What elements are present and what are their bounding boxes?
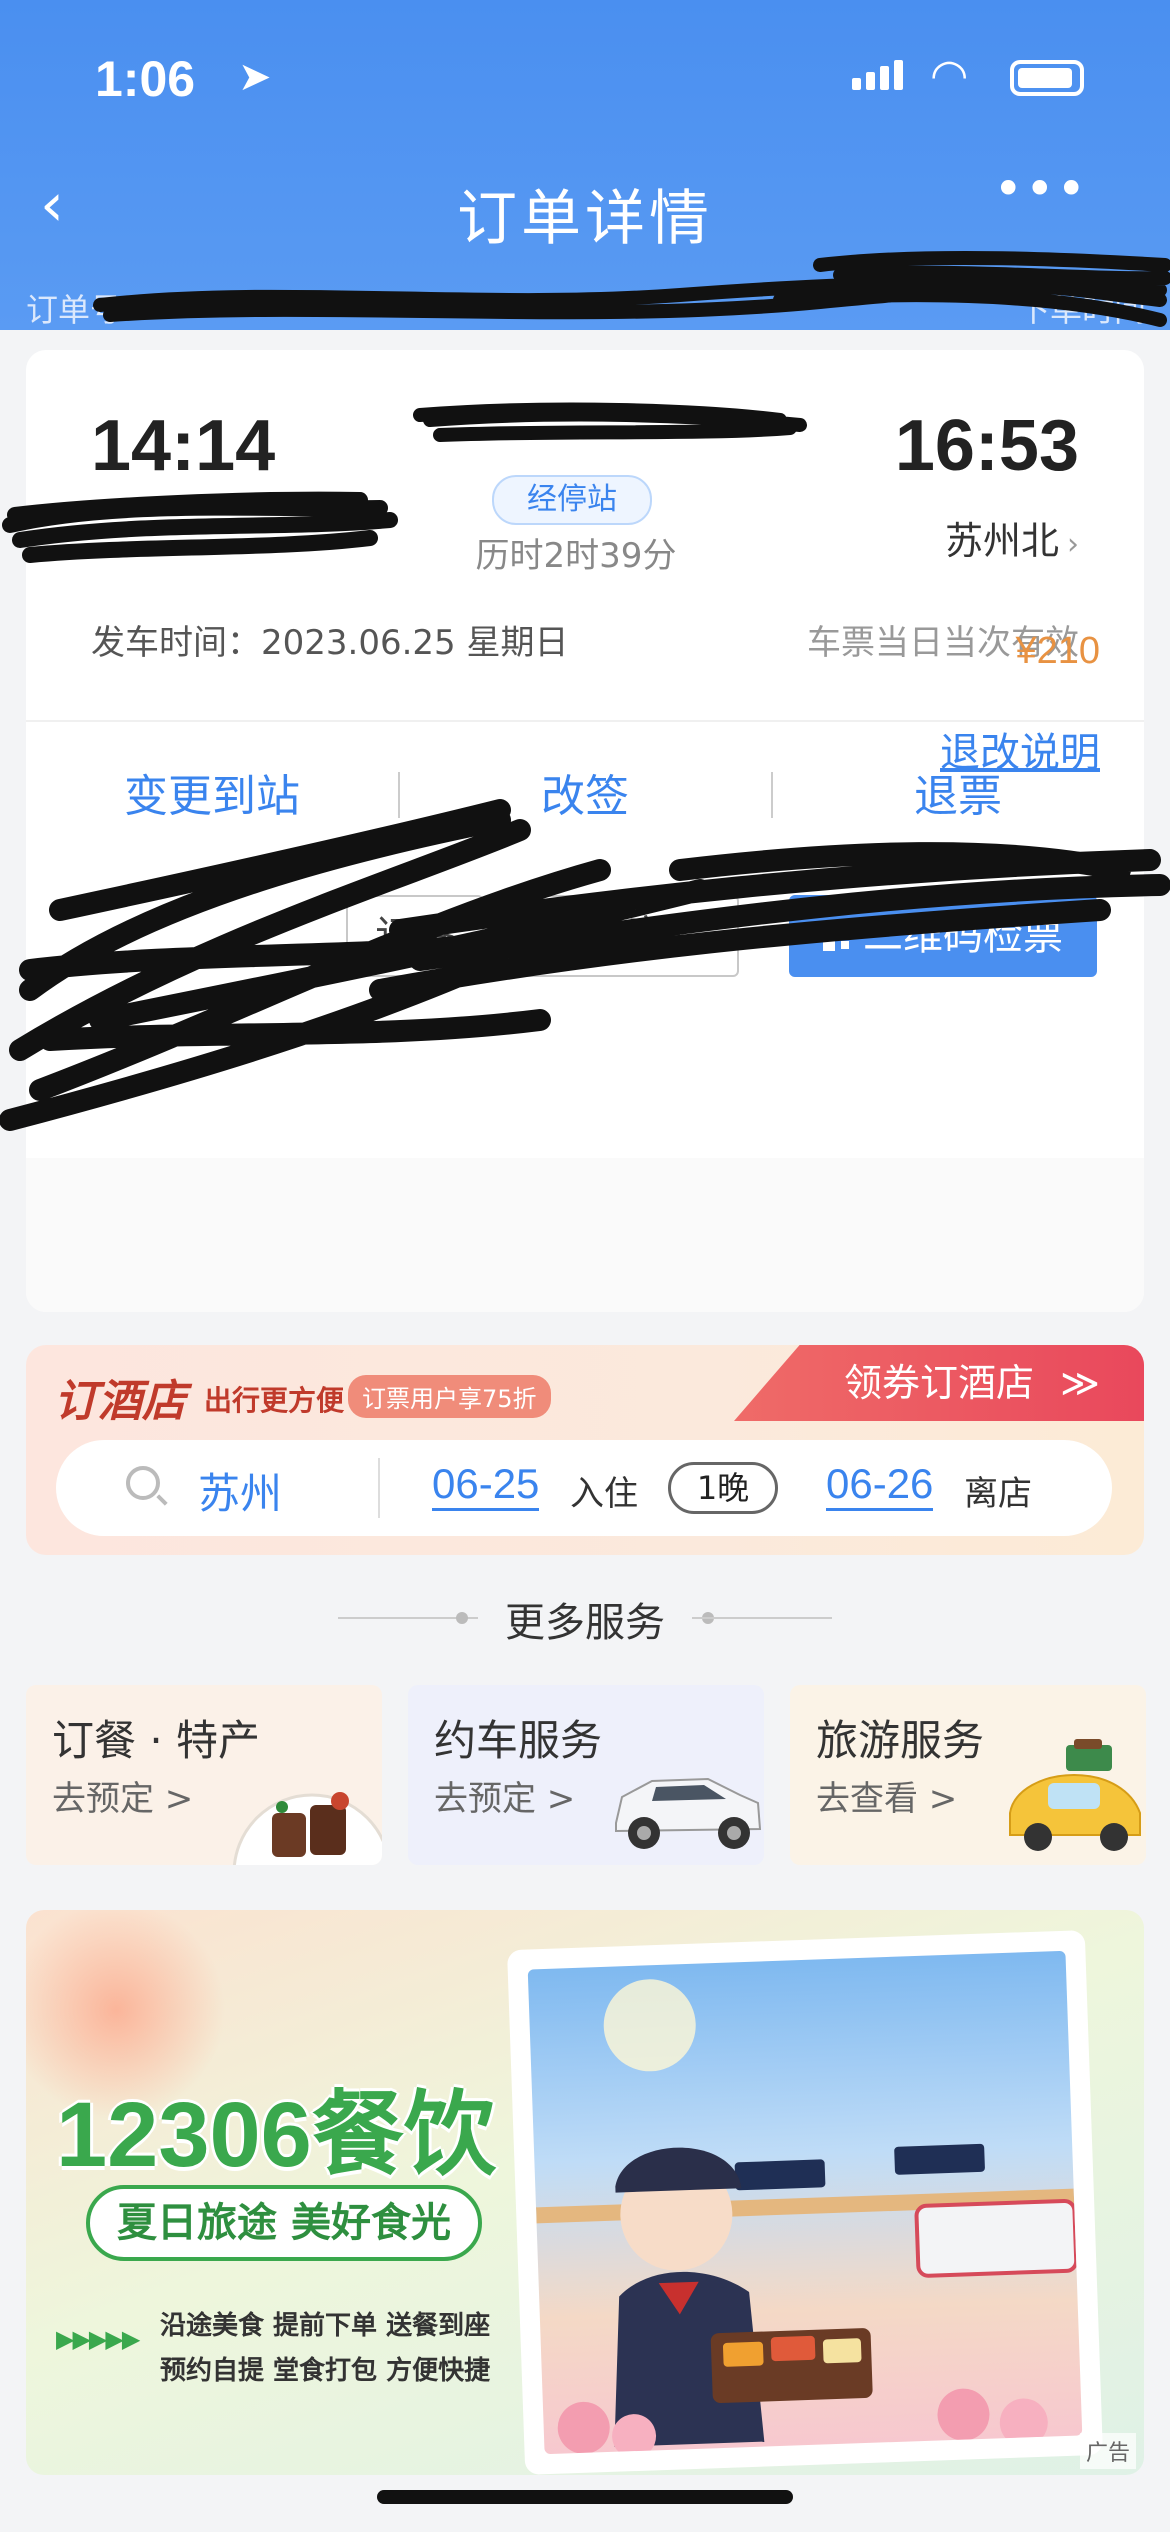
refund-rules-link[interactable]: 退改说明 [940, 720, 1100, 778]
qr-code-icon [823, 923, 851, 951]
ad-line-1: 沿途美食 提前下单 送餐到座 [160, 2311, 491, 2341]
buy-insurance-button[interactable]: 购乘意险 [513, 895, 739, 977]
order-info-line: 订单号 下单时间 [26, 285, 1146, 335]
departure-date: 发车时间：2023.06.25 星期日 [91, 623, 569, 663]
nights-badge: 1晚 [668, 1462, 778, 1514]
checkout-date[interactable]: 06-26 [826, 1460, 934, 1511]
service-card-car[interactable]: 约车服务 去预定 > [408, 1685, 764, 1865]
arrow-decoration-icon: ▶▶▶▶▶ [56, 2325, 140, 2353]
navigation-bar: ‹ 订单详情 ••• [0, 160, 1170, 254]
hotel-coupon-button[interactable]: 领券订酒店 ≫ [734, 1345, 1144, 1421]
ad-label: 广告 [1079, 2433, 1136, 2469]
qr-checkin-label: 二维码检票 [863, 913, 1063, 959]
hotel-brand: 订酒店 [54, 1376, 186, 1427]
hotel-slogan: 出行更方便 [204, 1384, 345, 1417]
bottom-button-area [26, 1158, 1144, 1312]
trip-duration: 历时2时39分 [475, 536, 677, 576]
service-title: 约车服务 [434, 1716, 603, 1765]
ad-line-2: 预约自提 堂食打包 方便快捷 [160, 2356, 491, 2386]
hotel-search-bar[interactable]: 苏州 06-25 入住 1晚 06-26 离店 [56, 1440, 1112, 1536]
service-subtitle: 去预定 > [434, 1779, 576, 1819]
location-arrow-icon: ➤ [238, 54, 272, 100]
ad-photo-frame [507, 1930, 1103, 2475]
service-title: 旅游服务 [816, 1716, 985, 1765]
qr-checkin-button[interactable]: 二维码检票 [789, 895, 1097, 977]
service-subtitle: 去查看 > [816, 1779, 958, 1819]
chevron-right-icon: › [1067, 527, 1079, 562]
ticket-price: ¥210 [1015, 630, 1100, 672]
divider [692, 1617, 832, 1619]
hotel-discount-badge: 订票用户享75折 [348, 1375, 551, 1418]
divider [378, 1458, 380, 1518]
travel-car-icon [1009, 1739, 1141, 1851]
meal-ad-banner[interactable]: 12306餐饮 夏日旅途 美好食光 ▶▶▶▶▶ 沿途美食 提前下单 送餐到座 预… [26, 1910, 1144, 2475]
hotel-city[interactable]: 苏州 [198, 1460, 282, 1521]
service-title: 订餐 · 特产 [52, 1716, 261, 1765]
hotel-coupon-label: 领券订酒店 [844, 1361, 1035, 1405]
double-chevron-icon: ≫ [1060, 1361, 1100, 1405]
service-card-travel[interactable]: 旅游服务 去查看 > [790, 1685, 1146, 1865]
departure-time: 14:14 [91, 406, 276, 486]
status-bar: 1:06 ➤ ◠ [0, 40, 1170, 120]
change-destination-button[interactable]: 变更到站 [26, 760, 398, 824]
attendant-illustration [536, 1979, 1079, 2455]
search-icon [126, 1466, 160, 1500]
status-time: 1:06 [95, 51, 196, 107]
ad-illustration [527, 1950, 1083, 2455]
order-meal-button[interactable]: 订餐 [346, 895, 484, 977]
ticket-card: 14:14 16:53 经停站 历时2时39分 苏州北 › 发车时间：2023.0… [26, 350, 1144, 1312]
more-services-title: 更多服务 [505, 1600, 665, 1646]
checkin-label: 入住 [570, 1474, 638, 1514]
hotel-banner[interactable]: 订酒店 出行更方便 订票用户享75折 领券订酒店 ≫ 苏州 06-25 入住 1… [26, 1345, 1144, 1555]
checkout-label: 离店 [964, 1474, 1032, 1514]
checkin-date[interactable]: 06-25 [432, 1460, 540, 1511]
ad-headline: 12306餐饮 [56, 2084, 496, 2186]
more-options-icon[interactable]: ••• [994, 160, 1088, 218]
wifi-icon: ◠ [930, 50, 969, 101]
stops-badge[interactable]: 经停站 [492, 475, 652, 525]
order-time-label: 下单时间 [1017, 291, 1146, 329]
service-subtitle: 去预定 > [52, 1779, 194, 1819]
arrival-station-name: 苏州北 [944, 519, 1059, 563]
battery-icon [1010, 60, 1084, 96]
arrival-time: 16:53 [894, 406, 1079, 486]
service-card-meals[interactable]: 订餐 · 特产 去预定 > [26, 1685, 382, 1865]
rebook-button[interactable]: 改签 [399, 760, 771, 824]
car-icon [615, 1777, 762, 1849]
order-number-label: 订单号 [26, 291, 123, 329]
cellular-signal-icon [852, 60, 908, 90]
food-plate-icon [232, 1792, 382, 1865]
ad-slogan: 夏日旅途 美好食光 [86, 2185, 482, 2261]
home-indicator [377, 2490, 793, 2504]
arrival-station[interactable]: 苏州北 › [945, 510, 1079, 565]
